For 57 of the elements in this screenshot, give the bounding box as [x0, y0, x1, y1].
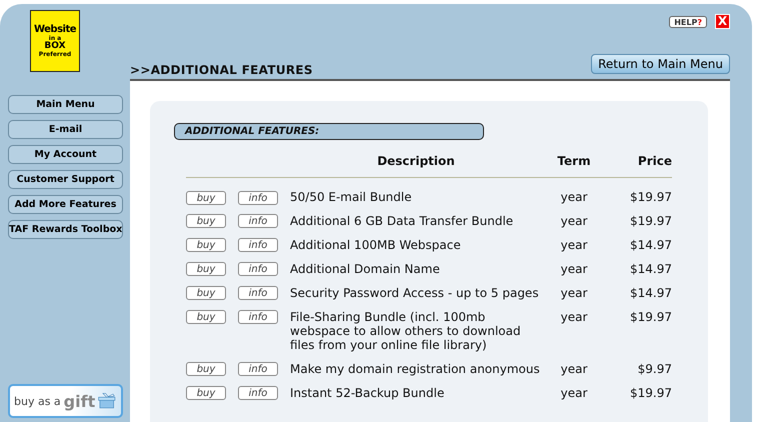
- term-cell-text: year: [560, 238, 588, 254]
- sidebar-button[interactable]: TAF Rewards Toolbox: [8, 220, 123, 239]
- info-button[interactable]: info: [238, 214, 278, 228]
- info-button[interactable]: info: [238, 286, 278, 300]
- help-button[interactable]: HELP?: [669, 16, 707, 28]
- buy-button[interactable]: buy: [186, 310, 226, 324]
- term-cell-text: year: [560, 310, 588, 326]
- info-button[interactable]: info: [238, 191, 278, 205]
- buy-button[interactable]: buy: [186, 362, 226, 376]
- term-cell-text: year: [560, 189, 588, 206]
- price-cell-text: $14.97: [629, 286, 672, 302]
- info-button[interactable]: info: [238, 362, 278, 376]
- description-cell-text: Additional 100MB Webspace: [290, 238, 462, 254]
- sidebar-button[interactable]: My Account: [8, 145, 123, 164]
- buy-button[interactable]: buy: [186, 214, 226, 228]
- description-cell-text: Additional 6 GB Data Transfer Bundle: [290, 214, 514, 230]
- info-button[interactable]: info: [238, 262, 278, 276]
- price-cell-text: $19.97: [629, 189, 672, 206]
- price-cell-text: $19.97: [629, 386, 672, 402]
- description-cell-text: Security Password Access - up to 5 pages: [290, 286, 540, 302]
- price-cell-text: $19.97: [629, 214, 672, 230]
- description-cell-text: Make my domain registration anonymous: [290, 362, 541, 378]
- page-title: >>ADDITIONAL FEATURES: [130, 63, 313, 77]
- description-cell-text: File-Sharing Bundle (incl. 100mb webspace to allow others to download files from your online file library): [290, 310, 522, 354]
- sidebar-button[interactable]: Add More Features: [8, 195, 123, 214]
- column-header: Description: [290, 154, 542, 178]
- buy-button[interactable]: buy: [186, 191, 226, 205]
- buy-button[interactable]: buy: [186, 286, 226, 300]
- price-cell-text: $9.97: [636, 362, 672, 378]
- price-cell-text: $14.97: [629, 238, 672, 254]
- price-cell-text: $19.97: [629, 310, 672, 326]
- term-cell-text: year: [560, 386, 588, 402]
- term-cell-text: year: [560, 362, 588, 378]
- info-button[interactable]: info: [238, 310, 278, 324]
- description-cell-text: Instant 52-Backup Bundle: [290, 386, 446, 402]
- logo-text: Website: [34, 24, 76, 35]
- term-cell-text: year: [560, 286, 588, 302]
- section-header: ADDITIONAL FEATURES:: [174, 123, 484, 140]
- close-button[interactable]: X: [715, 14, 730, 29]
- info-button[interactable]: info: [238, 238, 278, 252]
- gift-button[interactable]: buy as a gift: [8, 384, 123, 418]
- buy-button[interactable]: buy: [186, 262, 226, 276]
- return-button[interactable]: Return to Main Menu: [591, 54, 730, 74]
- logo-text: BOX: [44, 42, 66, 51]
- term-cell-text: year: [560, 214, 588, 230]
- price-cell-text: $14.97: [629, 262, 672, 278]
- column-header: Price: [606, 154, 672, 178]
- buy-button[interactable]: buy: [186, 238, 226, 252]
- sidebar-button[interactable]: Main Menu: [8, 95, 123, 114]
- description-cell-text: Additional Domain Name: [290, 262, 441, 278]
- sidebar-button[interactable]: Customer Support: [8, 170, 123, 189]
- buy-button[interactable]: buy: [186, 386, 226, 400]
- description-cell-text: 50/50 E-mail Bundle: [290, 189, 413, 206]
- info-button[interactable]: info: [238, 386, 278, 400]
- sidebar-button[interactable]: E-mail: [8, 120, 123, 139]
- column-header: Term: [542, 154, 606, 178]
- term-cell-text: year: [560, 262, 588, 278]
